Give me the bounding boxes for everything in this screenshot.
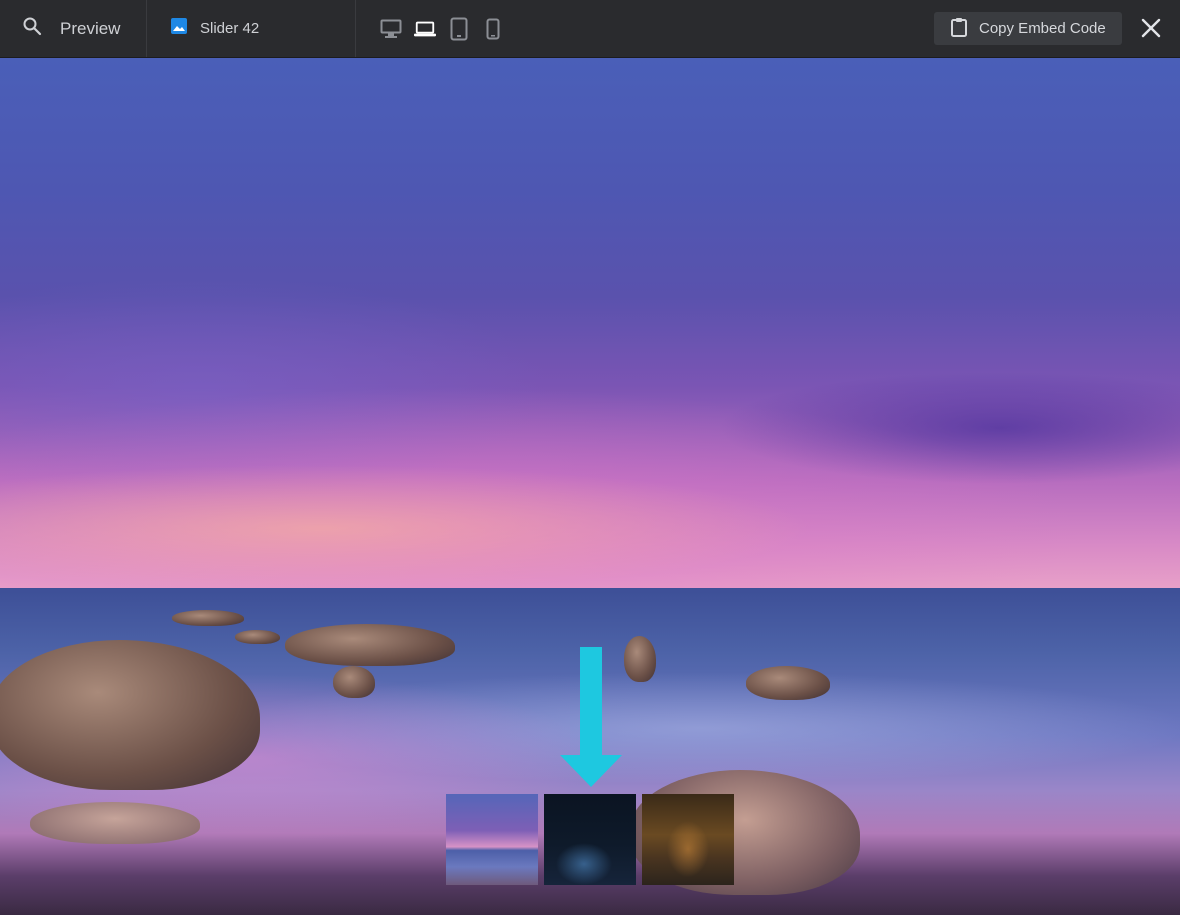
clipboard-icon <box>951 17 967 41</box>
preview-label: Preview <box>60 18 121 38</box>
top-toolbar: Preview Slider 42 Copy Embed Code <box>0 0 1180 58</box>
slide-thumbnails <box>446 794 734 885</box>
laptop-icon[interactable] <box>414 18 436 40</box>
rock <box>624 636 656 682</box>
thumbnail-sunset-sea[interactable] <box>446 794 538 885</box>
rock <box>235 630 280 644</box>
image-icon <box>171 18 187 39</box>
arrow-down-icon <box>560 647 622 787</box>
copy-embed-code-label: Copy Embed Code <box>979 20 1106 37</box>
slider-name: Slider 42 <box>200 20 260 37</box>
tablet-icon[interactable] <box>448 17 470 40</box>
preview-section: Preview <box>0 0 147 57</box>
close-icon[interactable] <box>1140 17 1162 39</box>
rock <box>172 610 244 626</box>
device-switcher <box>356 0 504 57</box>
slider-preview <box>0 58 1180 915</box>
copy-embed-code-button[interactable]: Copy Embed Code <box>934 12 1122 45</box>
rock <box>746 666 830 700</box>
desktop-icon[interactable] <box>380 18 402 40</box>
slider-section: Slider 42 <box>147 0 356 57</box>
search-icon[interactable] <box>22 16 42 41</box>
rock <box>30 802 200 844</box>
thumbnail-city-night[interactable] <box>544 794 636 885</box>
mobile-icon[interactable] <box>482 18 504 40</box>
rock <box>285 624 455 666</box>
rock <box>333 666 375 698</box>
slide-background-sky <box>0 58 1180 588</box>
thumbnail-forest-road[interactable] <box>642 794 734 885</box>
